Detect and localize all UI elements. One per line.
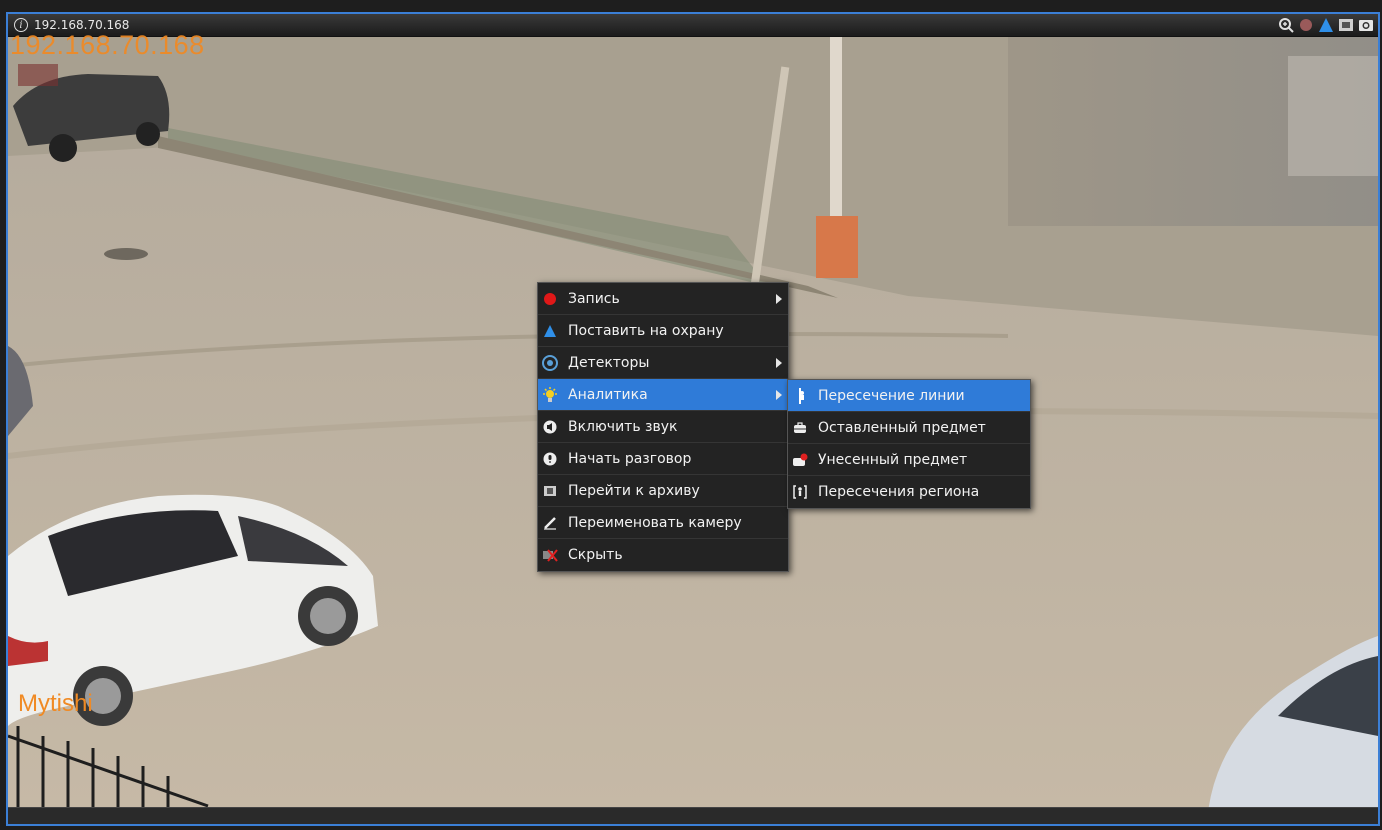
record-icon <box>542 291 558 307</box>
record-status-icon[interactable] <box>1298 17 1314 33</box>
submenu-item-label: Пересечения региона <box>818 484 980 500</box>
camera-toolbar <box>1278 17 1374 33</box>
submenu-item-line-crossing[interactable]: Пересечение линии <box>788 380 1030 412</box>
removed-object-icon <box>792 452 808 468</box>
submenu-arrow-icon <box>776 294 782 304</box>
rename-icon <box>542 515 558 531</box>
menu-item-detectors[interactable]: Детекторы <box>538 347 788 379</box>
submenu-item-label: Унесенный предмет <box>818 451 968 468</box>
menu-item-label: Переименовать камеру <box>568 514 742 531</box>
menu-item-archive[interactable]: Перейти к архиву <box>538 475 788 507</box>
region-crossing-icon <box>792 484 808 500</box>
menu-item-label: Детекторы <box>568 354 650 371</box>
menu-item-label: Перейти к архиву <box>568 482 700 499</box>
archive-icon[interactable] <box>1338 17 1354 33</box>
camera-bottom-bar <box>8 807 1378 824</box>
zoom-icon[interactable] <box>1278 17 1294 33</box>
menu-item-label: Начать разговор <box>568 450 692 467</box>
analytics-submenu: Пересечение линии Оставленный предмет Ун… <box>787 379 1031 509</box>
left-object-icon <box>792 420 808 436</box>
menu-item-record[interactable]: Запись <box>538 283 788 315</box>
hide-icon <box>542 547 558 563</box>
submenu-arrow-icon <box>776 358 782 368</box>
submenu-item-removed-object[interactable]: Унесенный предмет <box>788 444 1030 476</box>
submenu-item-label: Пересечение линии <box>818 387 965 404</box>
osd-ip-overlay: 192.168.70.168 <box>10 30 205 60</box>
archive-icon <box>542 483 558 499</box>
menu-item-label: Включить звук <box>568 418 678 435</box>
sound-icon <box>542 419 558 435</box>
submenu-item-region-crossing[interactable]: Пересечения региона <box>788 476 1030 508</box>
snapshot-icon[interactable] <box>1358 17 1374 33</box>
menu-item-talk[interactable]: Начать разговор <box>538 443 788 475</box>
menu-item-analytics[interactable]: Аналитика <box>538 379 788 411</box>
arm-icon <box>542 323 558 339</box>
menu-item-hide[interactable]: Скрыть <box>538 539 788 571</box>
menu-item-label: Поставить на охрану <box>568 322 724 339</box>
menu-item-arm[interactable]: Поставить на охрану <box>538 315 788 347</box>
submenu-item-left-object[interactable]: Оставленный предмет <box>788 412 1030 444</box>
arm-icon[interactable] <box>1318 17 1334 33</box>
osd-location-overlay: Mytishi <box>18 690 93 717</box>
menu-item-label: Запись <box>568 290 620 307</box>
menu-item-label: Аналитика <box>568 386 648 403</box>
menu-item-sound[interactable]: Включить звук <box>538 411 788 443</box>
submenu-item-label: Оставленный предмет <box>818 419 986 436</box>
camera-context-menu: Запись Поставить на охрану Детекторы Ана… <box>537 282 789 572</box>
line-crossing-icon <box>792 387 808 404</box>
camera-title-bar: i 192.168.70.168 <box>8 14 1378 37</box>
analytics-icon <box>542 386 558 403</box>
menu-item-label: Скрыть <box>568 547 623 563</box>
detectors-icon <box>542 354 558 371</box>
microphone-icon <box>542 451 558 467</box>
menu-item-rename[interactable]: Переименовать камеру <box>538 507 788 539</box>
submenu-arrow-icon <box>776 390 782 400</box>
